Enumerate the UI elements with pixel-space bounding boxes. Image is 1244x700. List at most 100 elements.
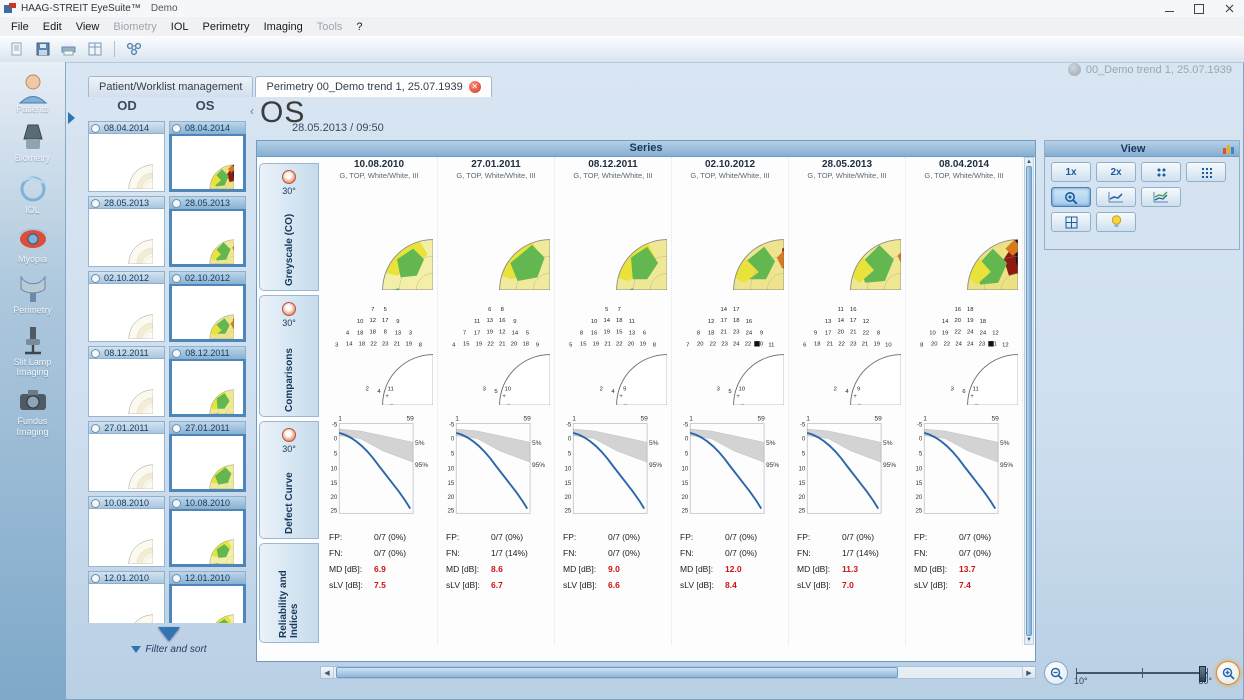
thumbnail-radio[interactable]	[91, 349, 100, 358]
view-grid-2x2-button[interactable]	[1141, 162, 1181, 182]
thumbnail-radio[interactable]	[91, 499, 100, 508]
row-radio-button[interactable]	[282, 170, 296, 184]
view-tips-button[interactable]	[1096, 212, 1136, 232]
comparisons-map[interactable]: 6 8 11 13 16 9 7 17 19 12 14 5 4 15 19 2…	[442, 297, 550, 405]
thumbnail-os[interactable]: 27.01.2011	[169, 421, 246, 492]
thumbnail-radio[interactable]	[172, 274, 181, 283]
comparisons-map[interactable]: 14 17 12 17 18 16 8 18 21 23 24 9 7 20 2…	[676, 297, 784, 405]
menu-help[interactable]: ?	[349, 19, 369, 35]
thumbnail-os[interactable]: 10.08.2010	[169, 496, 246, 567]
view-grid-3x3-button[interactable]	[1186, 162, 1226, 182]
vertical-scroll-thumb[interactable]	[1026, 166, 1032, 636]
sidebar-item-perimetry[interactable]: Perimetry	[1, 273, 65, 315]
menu-edit[interactable]: Edit	[36, 19, 69, 35]
series-horizontal-scrollbar[interactable]: ◀ ▶	[320, 666, 1036, 679]
workflow-button[interactable]	[123, 39, 145, 59]
sidebar-item-fundus[interactable]: Fundus Imaging	[1, 386, 65, 437]
thumbnail-radio[interactable]	[172, 424, 181, 433]
scroll-down-arrow[interactable]: ▼	[1025, 636, 1033, 644]
greyscale-map[interactable]	[676, 182, 784, 290]
thumbnail-radio[interactable]	[172, 349, 181, 358]
scroll-up-arrow[interactable]: ▲	[1025, 158, 1033, 166]
row-radio-button[interactable]	[282, 428, 296, 442]
defect-curve[interactable]: 1 59 -5 0 5 10 15 20 25 5% 95%	[794, 413, 900, 519]
series-row-tab[interactable]: Reliability and Indices	[259, 543, 319, 643]
series-row-tab[interactable]: 30° Defect Curve	[259, 421, 319, 539]
defect-curve[interactable]: 1 59 -5 0 5 10 15 20 25 5% 95%	[560, 413, 666, 519]
sidebar-item-biometry[interactable]: Biometry	[1, 123, 65, 163]
print-button[interactable]	[58, 39, 80, 59]
sidebar-item-patients[interactable]: Patients	[1, 72, 65, 114]
defect-curve[interactable]: 1 59 -5 0 5 10 15 20 25 5% 95%	[677, 413, 783, 519]
scroll-right-arrow[interactable]: ▶	[1022, 667, 1035, 678]
thumbnail-od[interactable]: 28.05.2013	[88, 196, 165, 267]
greyscale-map[interactable]	[559, 182, 667, 290]
defect-curve[interactable]: 1 59 -5 0 5 10 15 20 25 5% 95%	[326, 413, 432, 519]
menu-iol[interactable]: IOL	[164, 19, 196, 35]
thumbnail-os[interactable]: 12.01.2010	[169, 571, 246, 623]
thumbnail-radio[interactable]	[91, 574, 100, 583]
close-button[interactable]	[1214, 0, 1244, 17]
thumbnail-od[interactable]: 10.08.2010	[88, 496, 165, 567]
greyscale-map[interactable]	[910, 182, 1018, 290]
tab-close-button[interactable]: ✕	[469, 81, 481, 93]
thumbnail-radio[interactable]	[172, 574, 181, 583]
thumbnail-od[interactable]: 27.01.2011	[88, 421, 165, 492]
view-trend-multi-button[interactable]	[1141, 187, 1181, 207]
save-button[interactable]	[32, 39, 54, 59]
thumbnail-os[interactable]: 02.10.2012	[169, 271, 246, 342]
view-overview-button[interactable]	[1051, 212, 1091, 232]
thumbnail-radio[interactable]	[91, 274, 100, 283]
menu-tools[interactable]: Tools	[310, 19, 350, 35]
view-2x-button[interactable]: 2x	[1096, 162, 1136, 182]
minimize-button[interactable]	[1154, 0, 1184, 17]
greyscale-map[interactable]	[793, 182, 901, 290]
tab-perimetry[interactable]: Perimetry 00_Demo trend 1, 25.07.1939 ✕	[255, 76, 491, 97]
thumbnail-radio[interactable]	[172, 199, 181, 208]
report-layout-button[interactable]	[84, 39, 106, 59]
exam-column[interactable]: 10.08.2010 G, TOP, White/White, III 7 5 …	[321, 157, 438, 645]
maximize-button[interactable]	[1184, 0, 1214, 17]
view-settings-button[interactable]	[1221, 143, 1237, 155]
view-trend-button[interactable]	[1096, 187, 1136, 207]
menu-perimetry[interactable]: Perimetry	[196, 19, 257, 35]
zoom-slider[interactable]: 10° 30°	[1076, 663, 1208, 683]
filter-and-sort-button[interactable]: Filter and sort	[88, 644, 250, 655]
sidebar-item-iol[interactable]: IOL	[1, 173, 65, 215]
sidebar-item-slit-lamp[interactable]: Slit Lamp Imaging	[1, 325, 65, 378]
thumbnail-radio[interactable]	[91, 199, 100, 208]
thumbnail-od[interactable]: 08.04.2014	[88, 121, 165, 192]
series-vertical-scrollbar[interactable]: ▲ ▼	[1024, 157, 1034, 645]
menu-imaging[interactable]: Imaging	[257, 19, 310, 35]
exam-column[interactable]: 02.10.2012 G, TOP, White/White, III 14 1…	[672, 157, 789, 645]
row-radio-button[interactable]	[282, 302, 296, 316]
new-document-button[interactable]	[6, 39, 28, 59]
tab-patient-worklist[interactable]: Patient/Worklist management	[88, 76, 253, 97]
thumbnail-panel-expander[interactable]	[68, 112, 75, 124]
series-row-tab[interactable]: 30° Greyscale (CO)	[259, 163, 319, 291]
series-row-tab[interactable]: 30° Comparisons	[259, 295, 319, 417]
thumbnail-od[interactable]: 08.12.2011	[88, 346, 165, 417]
zoom-in-button[interactable]	[1216, 661, 1240, 685]
menu-biometry[interactable]: Biometry	[106, 19, 163, 35]
comparisons-map[interactable]: 16 18 14 20 19 18 10 19 22 24 24 12 8 20…	[910, 297, 1018, 405]
defect-curve[interactable]: 1 59 -5 0 5 10 15 20 25 5% 95%	[443, 413, 549, 519]
view-1x-button[interactable]: 1x	[1051, 162, 1091, 182]
thumbnail-os[interactable]: 08.12.2011	[169, 346, 246, 417]
sidebar-item-myopia[interactable]: Myopia	[1, 224, 65, 264]
exam-column[interactable]: 27.01.2011 G, TOP, White/White, III 6 8 …	[438, 157, 555, 645]
menu-file[interactable]: File	[4, 19, 36, 35]
exam-column[interactable]: 28.05.2013 G, TOP, White/White, III 11 1…	[789, 157, 906, 645]
comparisons-map[interactable]: 5 7 10 14 18 11 8 16 19 15 13 6 5 15 19 …	[559, 297, 667, 405]
zoom-out-button[interactable]	[1044, 661, 1068, 685]
comparisons-map[interactable]: 7 5 10 12 17 9 4 18 18 8 13 3 3 14 18 22	[325, 297, 433, 405]
exam-column[interactable]: 08.12.2011 G, TOP, White/White, III 5 7 …	[555, 157, 672, 645]
thumbnail-radio[interactable]	[172, 124, 181, 133]
defect-curve[interactable]: 1 59 -5 0 5 10 15 20 25 5% 95%	[911, 413, 1017, 519]
thumbnail-radio[interactable]	[91, 424, 100, 433]
greyscale-map[interactable]	[325, 182, 433, 290]
menu-view[interactable]: View	[69, 19, 107, 35]
collapse-arrow[interactable]: ‹	[250, 104, 254, 118]
scroll-down-arrow[interactable]	[158, 627, 180, 641]
comparisons-map[interactable]: 11 16 13 14 17 12 9 17 20 21 22 8 6 18 2…	[793, 297, 901, 405]
